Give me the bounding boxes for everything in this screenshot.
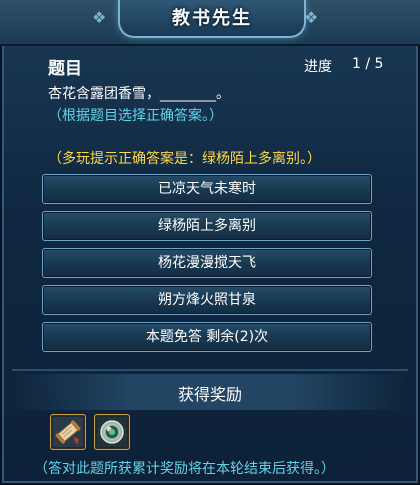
reward-slot-1[interactable] <box>50 414 86 450</box>
teacher-quiz-window: ❖ 教书先生 ❖ 题目 进度 1 / 5 杏花含露团香雪，________。 （… <box>0 0 420 485</box>
jade-orb-icon <box>97 417 127 447</box>
question-hint: （根据题目选择正确答案。） <box>48 108 223 124</box>
answer-option-1[interactable]: 已凉天气未寒时 <box>42 174 372 204</box>
reward-bar: 获得奖励 <box>12 374 408 410</box>
answer-option-2[interactable]: 绿杨陌上多离别 <box>42 211 372 241</box>
title-plate: 教书先生 <box>118 0 306 38</box>
ornament-right-icon: ❖ <box>304 8 319 27</box>
window-title: 教书先生 <box>172 8 252 29</box>
ornament-left-icon: ❖ <box>92 8 107 27</box>
title-bar: ❖ 教书先生 ❖ <box>0 0 420 46</box>
divider <box>12 369 408 371</box>
progress-label: 进度 <box>304 59 332 75</box>
reward-slot-2[interactable] <box>94 414 130 450</box>
question-text: 杏花含露团香雪，________。 <box>48 86 230 102</box>
header-row: 题目 进度 1 / 5 <box>0 54 420 79</box>
reward-title: 获得奖励 <box>177 385 242 404</box>
answer-options: 已凉天气未寒时 绿杨陌上多离别 杨花漫漫搅天飞 朔方烽火照甘泉 本题免答 剩余(… <box>42 174 372 359</box>
reward-footer-note: （答对此题所获累计奖励将在本轮结束后获得。） <box>34 461 335 477</box>
multi-hint: （多玩提示正确答案是：绿杨陌上多离别。） <box>48 151 321 167</box>
progress-value: 1 / 5 <box>352 56 384 72</box>
answer-option-3[interactable]: 杨花漫漫搅天飞 <box>42 248 372 278</box>
skip-question-button[interactable]: 本题免答 剩余(2)次 <box>42 322 372 352</box>
answer-option-4[interactable]: 朔方烽火照甘泉 <box>42 285 372 315</box>
scroll-icon <box>53 417 83 447</box>
section-title: 题目 <box>48 59 82 79</box>
